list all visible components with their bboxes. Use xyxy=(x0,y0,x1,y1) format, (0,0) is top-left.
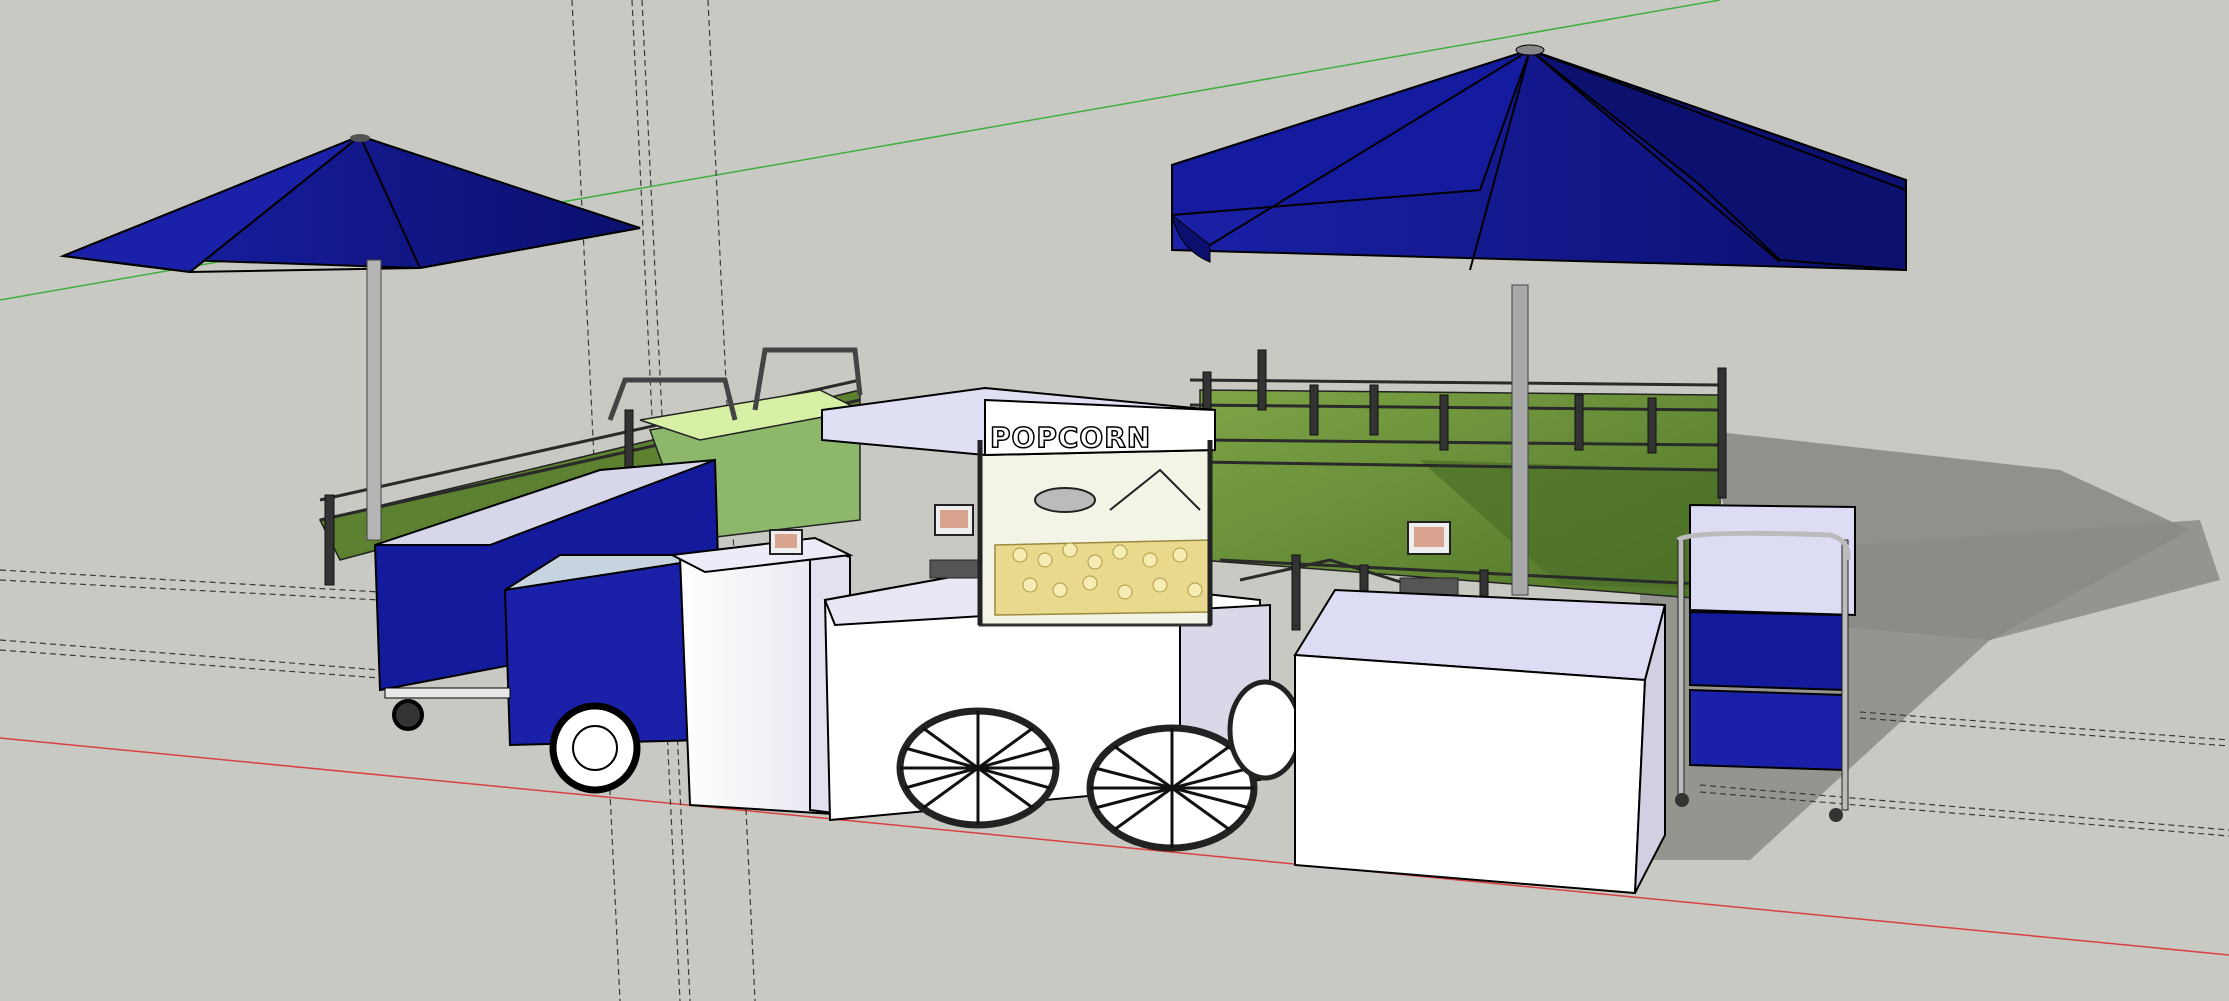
right-umbrella[interactable] xyxy=(1171,44,1907,272)
cart-wheel xyxy=(549,702,641,794)
white-counter-right[interactable] xyxy=(1293,588,1667,895)
3d-viewport[interactable]: POPCORN xyxy=(0,0,2229,1001)
popcorn-sign: POPCORN xyxy=(990,421,1151,454)
white-counter-left[interactable] xyxy=(668,536,854,817)
right-umbrella-pole xyxy=(1511,284,1529,596)
scene-canvas[interactable]: POPCORN xyxy=(0,0,2229,1001)
